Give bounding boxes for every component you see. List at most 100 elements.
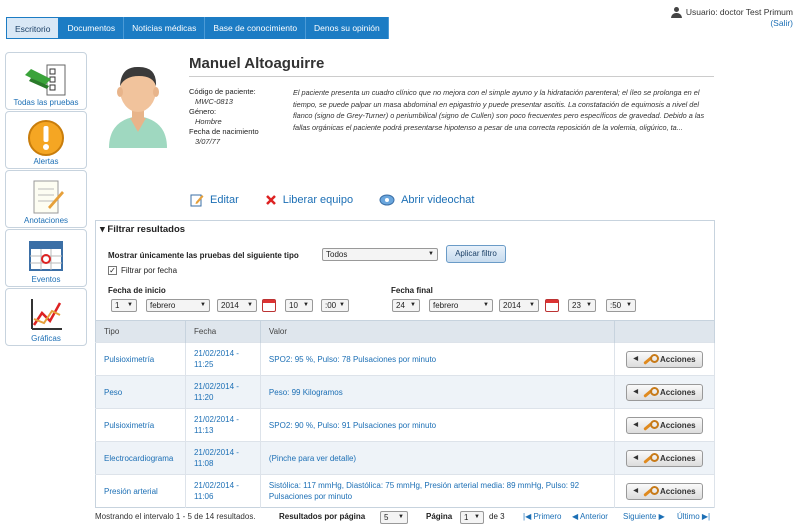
sidebar-item-alertas[interactable]: Alertas (5, 111, 87, 169)
actions-label: Acciones (660, 387, 696, 397)
col-tipo[interactable]: Tipo (95, 320, 186, 343)
last-page-label: Último (677, 512, 700, 521)
tab-documentos[interactable]: Documentos (59, 17, 125, 39)
end-year-select[interactable]: 2014 ▼ (499, 299, 539, 312)
start-year-select[interactable]: 2014 ▼ (217, 299, 257, 312)
wrench-icon (643, 354, 660, 364)
prev-page-icon: ◀ (572, 512, 580, 521)
wrench-icon (643, 420, 660, 430)
tab-escritorio[interactable]: Escritorio (6, 17, 60, 39)
next-page-link[interactable]: Siguiente ▶ (623, 512, 665, 521)
end-month-value: febrero (433, 301, 459, 310)
actions-label: Acciones (660, 420, 696, 430)
release-button[interactable]: Liberar equipo (265, 193, 353, 207)
sidebar-item-graficas[interactable]: Gráficas (5, 288, 87, 346)
code-value: MWC-0813 (195, 97, 233, 106)
cell-tipo[interactable]: Pulsioximetría (95, 408, 186, 442)
col-valor[interactable]: Valor (260, 320, 616, 343)
date-filter-label: Filtrar por fecha (121, 266, 178, 275)
logout-link[interactable]: (Salir) (671, 18, 793, 29)
sidebar-item-label: Eventos (31, 275, 61, 284)
per-page-select[interactable]: 5 ▼ (380, 511, 408, 524)
table-row[interactable]: Pulsioximetría 21/02/2014 - 11:13 SPO2: … (95, 408, 715, 442)
gender-label: Género: (189, 107, 217, 116)
end-minute-select[interactable]: :50 ▼ (606, 299, 636, 312)
cell-valor[interactable]: SPO2: 95 %, Pulso: 78 Pulsaciones por mi… (260, 342, 616, 376)
user-info: Usuario: doctor Test Primum (Salir) (670, 7, 793, 29)
cell-actions: ◀ Acciones (614, 408, 715, 442)
end-day-select[interactable]: 24 ▼ (392, 299, 420, 312)
col-fecha[interactable]: Fecha (185, 320, 261, 343)
page-of: de 3 (489, 512, 505, 521)
close-icon (265, 195, 276, 205)
code-label: Código de paciente: (189, 87, 256, 96)
start-calendar-icon[interactable] (262, 299, 276, 312)
apply-filter-button[interactable]: Aplicar filtro (446, 245, 506, 263)
first-page-icon: |◀ (523, 512, 534, 521)
left-arrow-icon: ◀ (633, 388, 639, 395)
tab-opinion[interactable]: Denos su opinión (306, 17, 389, 39)
cell-fecha[interactable]: 21/02/2014 - 11:08 (185, 441, 261, 475)
tab-base-conocimiento[interactable]: Base de conocimiento (205, 17, 307, 39)
start-minute-value: :00 (325, 301, 337, 310)
actions-button[interactable]: ◀ Acciones (626, 383, 703, 401)
chart-icon (31, 299, 62, 330)
end-calendar-icon[interactable] (545, 299, 559, 312)
cell-tipo[interactable]: Peso (95, 375, 186, 409)
patient-name: Manuel Altoaguirre (189, 55, 325, 72)
cell-tipo[interactable]: Presión arterial (95, 474, 186, 508)
table-row[interactable]: Pulsioximetría 21/02/2014 - 11:25 SPO2: … (95, 342, 715, 376)
cell-fecha[interactable]: 21/02/2014 - 11:06 (185, 474, 261, 508)
actions-button[interactable]: ◀ Acciones (626, 482, 703, 500)
cell-valor[interactable]: SPO2: 90 %, Pulso: 91 Pulsaciones por mi… (260, 408, 616, 442)
videochat-button[interactable]: Abrir videochat (379, 193, 474, 207)
cell-valor[interactable]: (Pinche para ver detalle) (260, 441, 616, 475)
start-day-select[interactable]: 1 ▼ (111, 299, 137, 312)
next-page-label: Siguiente (623, 512, 657, 521)
end-month-select[interactable]: febrero ▼ (429, 299, 493, 312)
cell-fecha[interactable]: 21/02/2014 - 11:25 (185, 342, 261, 376)
sidebar-item-label: Anotaciones (23, 216, 69, 225)
sidebar-item-label: Todas las pruebas (13, 98, 79, 107)
filter-title[interactable]: ▾ Filtrar resultados (100, 224, 185, 235)
cell-fecha[interactable]: 21/02/2014 - 11:13 (185, 408, 261, 442)
page-select[interactable]: 1 ▼ (460, 511, 484, 524)
start-hour-value: 10 (289, 301, 298, 310)
cell-tipo[interactable]: Pulsioximetría (95, 342, 186, 376)
gender-value: Hombre (195, 117, 222, 126)
user-icon (670, 7, 682, 18)
cell-tipo[interactable]: Electrocardiograma (95, 441, 186, 475)
start-hour-select[interactable]: 10 ▼ (285, 299, 313, 312)
table-row[interactable]: Presión arterial 21/02/2014 - 11:06 Sist… (95, 474, 715, 508)
table-row[interactable]: Peso 21/02/2014 - 11:20 Peso: 99 Kilogra… (95, 375, 715, 409)
start-minute-select[interactable]: :00 ▼ (321, 299, 349, 312)
calendar-icon (29, 241, 63, 271)
type-select[interactable]: Todos ▼ (322, 248, 438, 261)
actions-button[interactable]: ◀ Acciones (626, 416, 703, 434)
cell-valor[interactable]: Sistólica: 117 mmHg, Diastólica: 75 mmHg… (260, 474, 616, 508)
actions-button[interactable]: ◀ Acciones (626, 350, 703, 368)
patient-avatar (109, 66, 167, 148)
table-row[interactable]: Electrocardiograma 21/02/2014 - 11:08 (P… (95, 441, 715, 475)
sidebar-item-anotaciones[interactable]: Anotaciones (5, 170, 87, 228)
edit-button[interactable]: Editar (190, 193, 239, 207)
birth-label: Fecha de nacimiento (189, 127, 259, 136)
cell-fecha[interactable]: 21/02/2014 - 11:20 (185, 375, 261, 409)
actions-button[interactable]: ◀ Acciones (626, 449, 703, 467)
page-value: 1 (464, 513, 469, 522)
sidebar-item-eventos[interactable]: Eventos (5, 229, 87, 287)
per-page-value: 5 (384, 513, 389, 522)
start-date-label: Fecha de inicio (108, 286, 166, 295)
end-hour-select[interactable]: 23 ▼ (568, 299, 596, 312)
tab-noticias[interactable]: Noticias médicas (124, 17, 206, 39)
end-date-label: Fecha final (391, 286, 433, 295)
actions-label: Acciones (660, 486, 696, 496)
prev-page-link[interactable]: ◀ Anterior (572, 512, 608, 521)
date-filter-checkbox[interactable]: ✓ (108, 266, 117, 275)
patient-fields: Código de paciente: MWC-0813 Género: Hom… (189, 87, 289, 147)
start-month-select[interactable]: febrero ▼ (146, 299, 210, 312)
last-page-link[interactable]: Último ▶| (677, 512, 710, 521)
first-page-link[interactable]: |◀ Primero (523, 512, 561, 521)
cell-valor[interactable]: Peso: 99 Kilogramos (260, 375, 616, 409)
sidebar-item-todas-pruebas[interactable]: Todas las pruebas (5, 52, 87, 110)
